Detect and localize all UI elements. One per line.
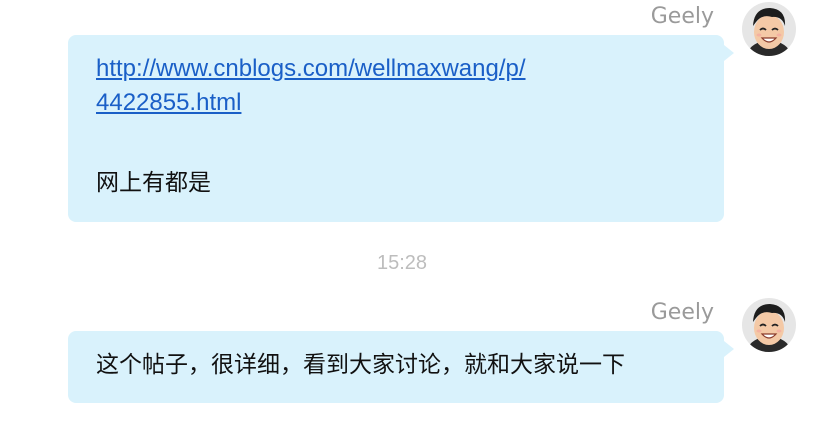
timestamp-divider: 15:28	[376, 252, 428, 274]
link-line-1: http://www.cnblogs.com/wellmaxwang/p/	[96, 55, 526, 82]
sender-name: Geely	[650, 300, 714, 325]
link-line-2: 4422855.html	[96, 89, 242, 116]
message-text: 网上有都是	[96, 170, 211, 196]
avatar-icon[interactable]	[742, 298, 796, 352]
avatar-icon[interactable]	[742, 2, 796, 56]
message-link[interactable]: http://www.cnblogs.com/wellmaxwang/p/ 44…	[96, 52, 696, 120]
sender-name: Geely	[650, 4, 714, 29]
message-bubble: 这个帖子，很详细，看到大家讨论，就和大家说一下	[68, 331, 734, 403]
message-text: 这个帖子，很详细，看到大家讨论，就和大家说一下	[96, 352, 625, 378]
chat-window: Geely http://www.cnblogs.com/wellmaxwang…	[0, 0, 824, 432]
message-bubble: http://www.cnblogs.com/wellmaxwang/p/ 44…	[68, 35, 734, 222]
